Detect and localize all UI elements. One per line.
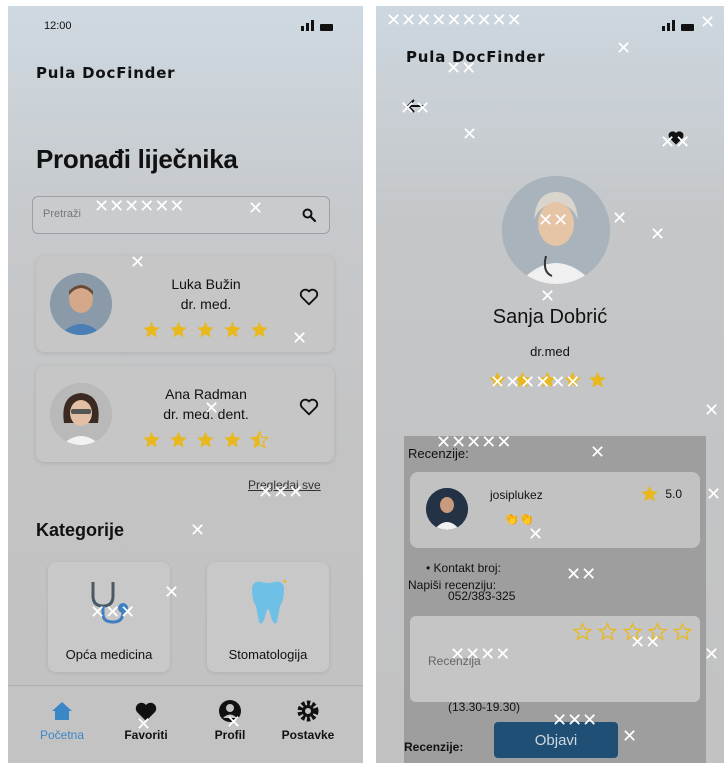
review-card: josiplukez 👏👏 5.0: [410, 472, 700, 548]
star-icon: [197, 431, 214, 448]
star-icon: [197, 321, 214, 338]
home-icon: [52, 702, 72, 720]
doctor-name: Ana Radman: [165, 386, 247, 402]
categories-heading: Kategorije: [36, 520, 125, 540]
nav-profile-label: Profil: [214, 728, 246, 742]
doctor-title: dr. med. dent.: [163, 406, 249, 422]
doctor-avatar: [50, 383, 112, 445]
star-outline-icon[interactable]: [573, 622, 592, 641]
bottom-nav: Početna Favoriti Profil Postavke: [8, 685, 363, 763]
rating-stars: [488, 370, 607, 389]
contact-label: • Kontakt broj:: [426, 561, 501, 575]
contact-info: • Kontakt broj: 052/383-325: [408, 561, 515, 603]
nav-favorites[interactable]: Favoriti: [106, 698, 186, 742]
search-input[interactable]: Pretraži: [32, 196, 330, 234]
write-review-label: Napiši recenziju:: [408, 578, 497, 592]
category-label: Opća medicina: [65, 647, 153, 662]
star-icon: [489, 371, 506, 388]
review-score: 5.0: [640, 484, 682, 503]
reviewer-name: josiplukez: [490, 488, 543, 502]
doctor-card[interactable]: Ana Radman dr. med. dent.: [36, 366, 334, 462]
favorite-heart-icon[interactable]: [298, 396, 320, 418]
star-icon: [224, 431, 241, 448]
star-icon: [641, 485, 659, 502]
review-placeholder: Recenzija: [428, 654, 481, 668]
star-icon: [589, 371, 606, 388]
signal-battery-icon: [301, 20, 333, 31]
reviews-bottom-label: Recenzije:: [404, 740, 464, 754]
doctor-title: dr. med.: [180, 296, 232, 312]
home-screen: 12:00 Pula DocFinder Pronađi liječnika P…: [8, 6, 363, 763]
nav-settings[interactable]: Postavke: [268, 698, 348, 742]
signal-battery-icon: [662, 20, 694, 31]
reviews-label: Recenzije:: [408, 446, 469, 461]
star-icon: [170, 321, 187, 338]
search-icon[interactable]: [301, 207, 317, 223]
doctor-card[interactable]: Luka Bužin dr. med.: [36, 256, 334, 352]
reviewer-avatar: [426, 488, 468, 530]
star-icon: [143, 431, 160, 448]
tooth-icon: ✦: [252, 578, 288, 624]
search-placeholder: Pretraži: [43, 208, 81, 220]
rating-stars: [142, 430, 269, 449]
category-dentistry[interactable]: ✦ Stomatologija: [207, 562, 329, 672]
half-star-icon: [250, 430, 269, 449]
page-title: Pronađi liječnika: [36, 144, 238, 174]
nav-profile[interactable]: Profil: [190, 698, 270, 742]
star-icon: [564, 371, 581, 388]
doctor-name: Sanja Dobrić: [492, 306, 608, 328]
heart-icon: [135, 702, 157, 721]
star-icon: [170, 431, 187, 448]
gear-icon: [297, 700, 319, 722]
view-all-link[interactable]: Pregledaj sve: [248, 478, 321, 492]
review-text: 👏👏: [504, 512, 534, 526]
star-icon: [251, 321, 268, 338]
star-outline-icon[interactable]: [648, 622, 667, 641]
star-icon: [224, 321, 241, 338]
nav-home[interactable]: Početna: [22, 698, 102, 742]
category-label: Stomatologija: [228, 647, 308, 662]
app-title: Pula DocFinder: [406, 48, 546, 66]
nav-home-label: Početna: [39, 728, 85, 742]
doctor-detail-screen: Pula DocFinder Sanja Dobrić dr.med Recen…: [376, 6, 724, 763]
app-title: Pula DocFinder: [36, 64, 176, 82]
favorite-heart-icon[interactable]: [666, 128, 686, 148]
star-outline-icon[interactable]: [598, 622, 617, 641]
doctor-avatar: [50, 273, 112, 335]
back-arrow-icon[interactable]: [406, 98, 426, 114]
star-outline-icon[interactable]: [623, 622, 642, 641]
favorite-heart-icon[interactable]: [298, 286, 320, 308]
status-bar: 12:00: [44, 20, 333, 36]
status-bar: [412, 20, 694, 36]
star-icon: [539, 371, 556, 388]
review-input[interactable]: Recenzija: [410, 616, 700, 702]
star-icon: [514, 371, 531, 388]
nav-favorites-label: Favoriti: [124, 728, 168, 742]
doctor-name: Luka Bužin: [171, 276, 241, 292]
reviews-panel: Recenzije: josiplukez 👏👏 5.0 • Kontakt b…: [404, 436, 706, 763]
review-score-value: 5.0: [665, 486, 682, 501]
rating-input-stars[interactable]: [573, 622, 692, 641]
category-general-medicine[interactable]: Opća medicina: [48, 562, 170, 672]
svg-text:✦: ✦: [282, 578, 288, 586]
doctor-title: dr.med: [530, 344, 570, 359]
stethoscope-icon: [91, 582, 128, 624]
working-hours: (13.30-19.30): [448, 700, 521, 714]
rating-stars: [142, 320, 269, 339]
doctor-avatar: [502, 176, 610, 284]
user-icon: [219, 700, 241, 722]
publish-button[interactable]: Objavi: [494, 722, 618, 758]
star-icon: [143, 321, 160, 338]
status-time: 12:00: [44, 20, 72, 32]
nav-settings-label: Postavke: [281, 728, 335, 742]
star-outline-icon[interactable]: [673, 622, 692, 641]
